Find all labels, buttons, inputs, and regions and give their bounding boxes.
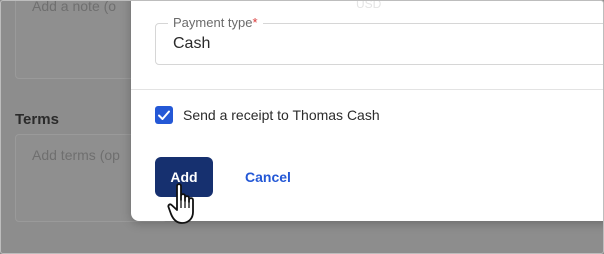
receipt-checkbox[interactable] bbox=[155, 106, 173, 124]
receipt-checkbox-label[interactable]: Send a receipt to Thomas Cash bbox=[183, 107, 380, 123]
hand-pointer-cursor-icon bbox=[167, 183, 194, 224]
terms-placeholder: Add terms (op bbox=[32, 147, 120, 163]
required-mark: * bbox=[252, 15, 258, 30]
payment-type-label-text: Payment type bbox=[173, 15, 253, 30]
screen-frame: Add a note (o Terms Add terms (op USD Pa… bbox=[0, 0, 604, 254]
terms-label: Terms bbox=[15, 111, 59, 128]
currency-hint: USD bbox=[356, 0, 382, 11]
payment-type-field[interactable]: Payment type* Cash bbox=[155, 15, 603, 65]
checkmark-icon bbox=[158, 110, 170, 120]
payment-type-label: Payment type* bbox=[168, 15, 263, 31]
cancel-button[interactable]: Cancel bbox=[237, 157, 299, 197]
note-placeholder: Add a note (o bbox=[32, 0, 117, 14]
payment-type-value: Cash bbox=[173, 35, 211, 52]
divider bbox=[131, 89, 603, 90]
